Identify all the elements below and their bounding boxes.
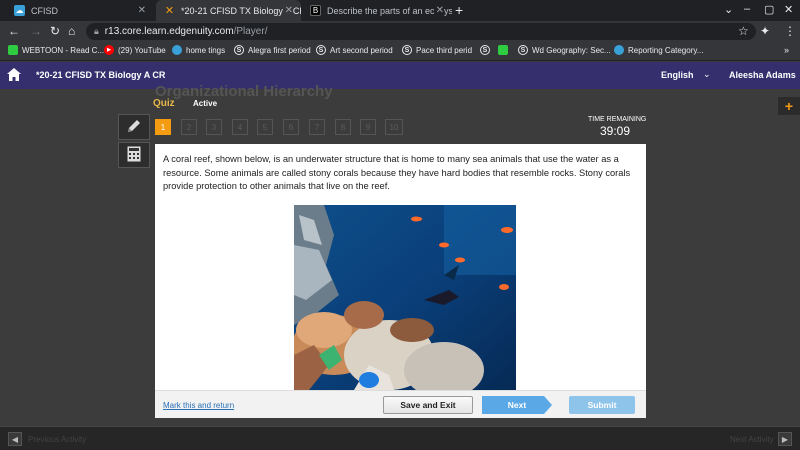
bookmark-geography[interactable]: S Wd Geography: Sec... (518, 45, 611, 55)
address-path: /Player/ (233, 26, 268, 37)
bookmark-youtube[interactable]: ▶ (29) YouTube (104, 45, 166, 55)
activity-status: Active (193, 99, 218, 108)
next-activity-label: Next Activity (730, 435, 774, 444)
bookmark-alegra[interactable]: S Alegra first period (234, 45, 311, 55)
question-9[interactable]: 9 (360, 119, 376, 135)
bookmark-star-icon[interactable]: ☆ (738, 24, 749, 38)
pencil-icon (125, 117, 143, 138)
home-icon[interactable] (7, 68, 21, 84)
new-tab-button[interactable]: + (455, 2, 463, 18)
question-7[interactable]: 7 (309, 119, 325, 135)
app-header: *20-21 CFISD TX Biology A CR English ⌄ A… (0, 62, 800, 89)
bookmark-webtoon-2[interactable] (498, 45, 512, 55)
time-remaining-value: 39:09 (600, 124, 631, 138)
question-6[interactable]: 6 (283, 119, 299, 135)
menu-icon[interactable]: ⋮ (784, 24, 796, 38)
bookmark-label: Pace third perid (416, 45, 473, 55)
question-8[interactable]: 8 (335, 119, 351, 135)
next-button-label: Next (507, 400, 527, 410)
previous-activity-label: Previous Activity (28, 435, 87, 444)
maximize-icon[interactable]: ▢ (764, 3, 774, 16)
question-2[interactable]: 2 (181, 119, 197, 135)
bookmark-label: Wd Geography: Sec... (532, 45, 611, 55)
lesson-title: Organizational Hierarchy (155, 83, 333, 100)
activity-type: Quiz (153, 98, 175, 109)
schoology-icon: S (402, 45, 412, 55)
bookmarks-bar: WEBTOON - Read C... ▶ (29) YouTube home … (0, 42, 800, 61)
address-host: r13.core.learn.edgenuity.com (104, 26, 234, 37)
window-close-icon[interactable]: ✕ (784, 3, 793, 16)
back-icon[interactable]: ← (8, 24, 20, 38)
question-5[interactable]: 5 (257, 119, 273, 135)
activity-content: Organizational Hierarchy Quiz Active + 1… (0, 83, 800, 426)
webtoon-icon (8, 45, 18, 55)
save-and-exit-button[interactable]: Save and Exit (383, 396, 473, 414)
bookmark-label: (29) YouTube (118, 45, 166, 55)
schoology-icon: S (518, 45, 528, 55)
classroom-icon (172, 45, 182, 55)
close-icon[interactable]: ✕ (282, 5, 293, 16)
address-bar[interactable]: 🔒︎ r13.core.learn.edgenuity.com/Player/ (86, 23, 756, 40)
next-activity-button[interactable]: ▶ (778, 432, 792, 446)
browser-tabstrip: ☁ CFISD ✕ ✕ *20-21 CFISD TX Biology A CR… (0, 0, 800, 21)
coral-reef-image (294, 205, 516, 390)
schoology-icon: S (480, 45, 490, 55)
cloud-icon: ☁ (14, 5, 25, 16)
mark-and-return-link[interactable]: Mark this and return (163, 401, 234, 410)
question-10[interactable]: 10 (385, 119, 403, 135)
home-browser-icon[interactable]: ⌂ (68, 24, 75, 38)
tab-title: CFISD (31, 5, 58, 16)
edgenuity-icon: ✕ (164, 5, 175, 17)
bookmark-home-tings[interactable]: home tings (172, 45, 225, 55)
question-1[interactable]: 1 (155, 119, 171, 135)
bookmark-art[interactable]: S Art second period (316, 45, 393, 55)
browser-toolbar: ← → ↻ ⌂ 🔒︎ r13.core.learn.edgenuity.com /… (0, 21, 800, 42)
bookmark-schoology[interactable]: S (480, 45, 494, 55)
question-3[interactable]: 3 (206, 119, 222, 135)
bookmark-label: Art second period (330, 45, 393, 55)
chevron-down-icon[interactable]: ⌄ (703, 69, 711, 80)
extensions-icon[interactable]: ✦ (760, 24, 770, 38)
question-4[interactable]: 4 (232, 119, 248, 135)
bookmark-pace[interactable]: S Pace third perid (402, 45, 472, 55)
reload-icon[interactable]: ↻ (50, 24, 60, 38)
bookmark-reporting[interactable]: Reporting Category... (614, 45, 703, 55)
bookmark-label: WEBTOON - Read C... (22, 45, 105, 55)
next-button[interactable]: Next (482, 396, 552, 414)
bookmark-label: Reporting Category... (628, 45, 704, 55)
browser-tab-biology[interactable]: ✕ *20-21 CFISD TX Biology A CR - E ✕ (156, 0, 301, 21)
question-panel: A coral reef, shown below, is an underwa… (155, 144, 646, 390)
tab-search-icon[interactable]: ⌄ (724, 3, 733, 16)
webtoon-icon (498, 45, 508, 55)
user-name[interactable]: Aleesha Adams (729, 70, 796, 80)
forward-icon[interactable]: → (30, 24, 42, 38)
schoology-icon: S (234, 45, 244, 55)
lock-icon: 🔒︎ (94, 26, 99, 36)
course-title: *20-21 CFISD TX Biology A CR (36, 70, 166, 80)
bookmark-webtoon[interactable]: WEBTOON - Read C... (8, 45, 104, 55)
schoology-icon: S (316, 45, 326, 55)
brainly-icon: B (310, 5, 321, 16)
activity-nav-bar: ◀ Previous Activity Next Activity ▶ (0, 426, 800, 450)
close-icon[interactable]: ✕ (433, 5, 444, 16)
bookmark-label: Alegra first period (248, 45, 311, 55)
calculator-tool-button[interactable] (118, 142, 150, 168)
browser-tab-cfisd[interactable]: ☁ CFISD ✕ (6, 0, 154, 21)
previous-activity-button[interactable]: ◀ (8, 432, 22, 446)
question-text: A coral reef, shown below, is an underwa… (163, 154, 631, 192)
minimize-icon[interactable]: – (744, 3, 750, 15)
classroom-icon (614, 45, 624, 55)
question-footer: Mark this and return Save and Exit Next … (155, 390, 646, 418)
submit-button[interactable]: Submit (569, 396, 635, 414)
browser-tab-ecosystem[interactable]: B Describe the parts of an ecosyst ✕ (302, 0, 452, 21)
youtube-icon: ▶ (104, 45, 114, 55)
pencil-tool-button[interactable] (118, 114, 150, 140)
time-remaining-label: TIME REMAINING (588, 116, 647, 123)
more-bookmarks-icon[interactable]: » (784, 45, 789, 55)
close-icon[interactable]: ✕ (138, 5, 146, 16)
plus-icon[interactable]: + (778, 97, 800, 115)
language-select[interactable]: English (661, 70, 694, 80)
calculator-icon (127, 146, 141, 165)
bookmark-label: home tings (186, 45, 226, 55)
